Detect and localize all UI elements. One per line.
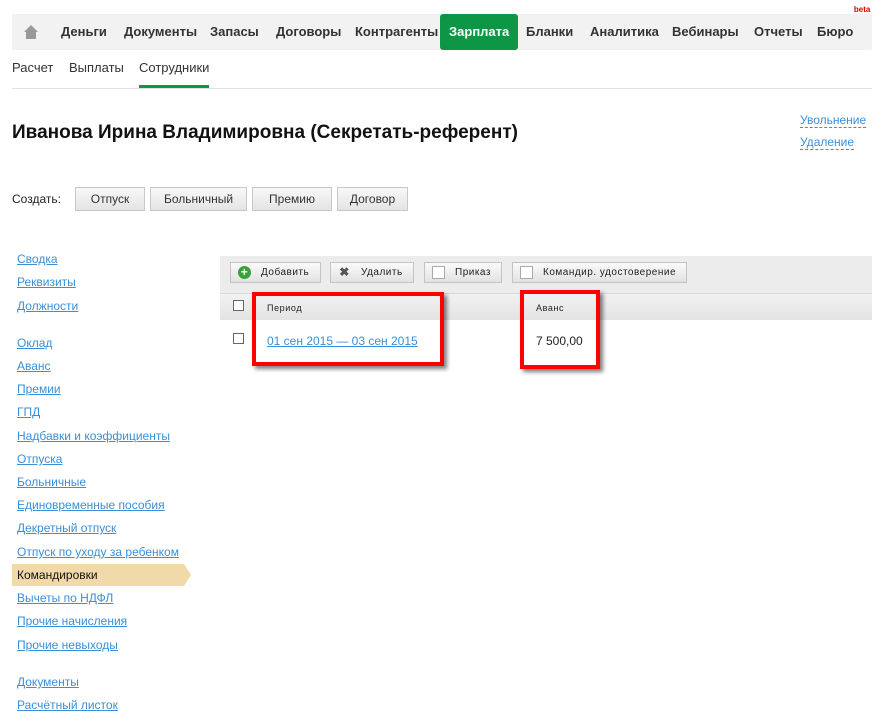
home-icon[interactable] [23, 24, 39, 40]
select-all-checkbox[interactable] [233, 300, 244, 311]
highlight-box-period [252, 292, 444, 366]
sidebar-item-tax-deductions[interactable]: Вычеты по НДФЛ [17, 591, 113, 605]
create-sick-leave-button[interactable]: Больничный [150, 187, 247, 211]
x-icon: ✖ [339, 265, 350, 279]
beta-badge: beta [853, 5, 871, 14]
sidebar-item-allowances[interactable]: Надбавки и коэффициенты [17, 429, 170, 443]
sidebar-item-business-trips[interactable]: Командировки [12, 564, 191, 586]
sidebar-item-other-accruals[interactable]: Прочие начисления [17, 614, 127, 628]
sidebar-item-maternity[interactable]: Декретный отпуск [17, 521, 116, 535]
document-icon [432, 266, 445, 279]
add-label: Добавить [261, 267, 310, 278]
create-vacation-button[interactable]: Отпуск [75, 187, 145, 211]
sidebar-item-gpd[interactable]: ГПД [17, 405, 40, 419]
page-title: Иванова Ирина Владимировна (Секретать-ре… [12, 122, 518, 143]
top-navigation: Деньги Документы Запасы Договоры Контраг… [12, 5, 872, 50]
sidebar-item-childcare[interactable]: Отпуск по уходу за ребенком [17, 545, 179, 559]
sidebar-item-vacations[interactable]: Отпуска [17, 452, 62, 466]
sidebar-item-documents[interactable]: Документы [17, 675, 79, 689]
nav-contracts[interactable]: Договоры [276, 14, 341, 50]
nav-counterparties[interactable]: Контрагенты [355, 14, 438, 50]
nav-forms[interactable]: Бланки [526, 14, 573, 50]
dismiss-link[interactable]: Увольнение [800, 113, 867, 128]
delete-button[interactable]: ✖ Удалить [330, 262, 414, 283]
highlight-box-advance [520, 290, 600, 369]
nav-webinars[interactable]: Вебинары [672, 14, 739, 50]
nav-reports[interactable]: Отчеты [754, 14, 803, 50]
sidebar-item-salary[interactable]: Оклад [17, 336, 52, 350]
sidebar-item-positions[interactable]: Должности [17, 299, 78, 313]
nav-dengi[interactable]: Деньги [61, 14, 107, 50]
nav-bureau-label: Бюро [817, 24, 854, 39]
sidebar-item-advance[interactable]: Аванс [17, 359, 51, 373]
add-button[interactable]: + Добавить [230, 262, 321, 283]
create-label: Создать: [12, 192, 61, 206]
create-contract-button[interactable]: Договор [337, 187, 408, 211]
delete-label: Удалить [361, 267, 403, 278]
subnav-payments[interactable]: Выплаты [69, 60, 124, 88]
order-button[interactable]: Приказ [424, 262, 502, 283]
nav-documents[interactable]: Документы [124, 14, 197, 50]
certificate-label: Командир. удостоверение [543, 267, 677, 278]
subnav-employees[interactable]: Сотрудники [139, 60, 210, 88]
plus-icon: + [238, 266, 251, 279]
sidebar-item-payslip[interactable]: Расчётный листок [17, 698, 118, 712]
sidebar-item-bonuses[interactable]: Премии [17, 382, 61, 396]
document-icon [520, 266, 533, 279]
nav-stock[interactable]: Запасы [210, 14, 259, 50]
sidebar-item-sick-leaves[interactable]: Больничные [17, 475, 86, 489]
nav-bureau[interactable]: Бюро beta [817, 5, 870, 50]
subnav-calc[interactable]: Расчет [12, 60, 53, 88]
order-label: Приказ [455, 267, 491, 278]
sidebar-item-details[interactable]: Реквизиты [17, 275, 76, 289]
create-bonus-button[interactable]: Премию [252, 187, 332, 211]
sidebar-item-lump-sum[interactable]: Единовременные пособия [17, 498, 165, 512]
nav-salary[interactable]: Зарплата [440, 14, 519, 50]
divider [12, 88, 872, 89]
sidebar-item-other-absences[interactable]: Прочие невыходы [17, 638, 118, 652]
row-checkbox[interactable] [233, 333, 244, 344]
sidebar-item-summary[interactable]: Сводка [17, 252, 58, 266]
delete-link[interactable]: Удаление [800, 135, 855, 150]
certificate-button[interactable]: Командир. удостоверение [512, 262, 687, 283]
nav-analytics[interactable]: Аналитика [590, 14, 659, 50]
